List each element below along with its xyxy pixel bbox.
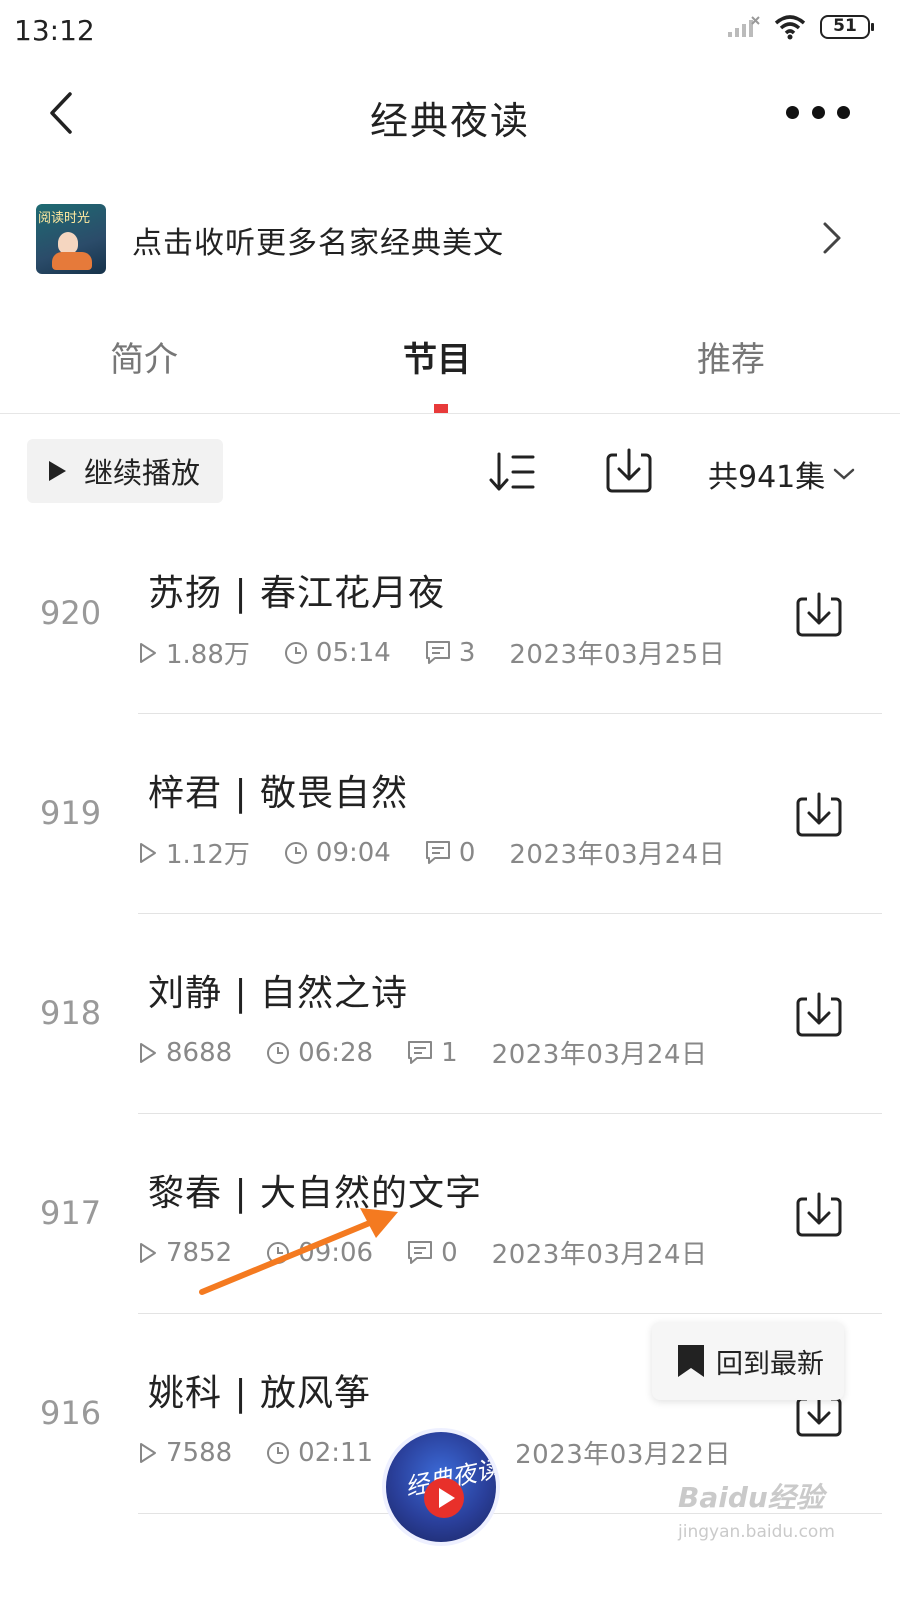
comment-icon	[425, 640, 450, 664]
duration: 06:28	[298, 1037, 374, 1068]
tab-episodes[interactable]: 节目	[403, 332, 471, 381]
episode-number: 917	[40, 1194, 102, 1232]
clock-icon	[267, 1241, 290, 1264]
clock-icon	[284, 841, 307, 864]
play-count: 7852	[166, 1237, 233, 1268]
download-icon[interactable]	[794, 590, 844, 640]
publish-date: 2023年03月24日	[509, 840, 726, 870]
list-toolbar: 继续播放 共941集	[0, 438, 900, 504]
promo-text: 点击收听更多名家经典美文	[132, 226, 504, 261]
download-all-icon[interactable]	[604, 446, 654, 496]
episode-number: 918	[40, 994, 102, 1032]
episode-number: 920	[40, 594, 102, 632]
duration: 05:14	[315, 637, 391, 668]
back-to-latest-label: 回到最新	[716, 1348, 824, 1380]
episode-row[interactable]: 917 黎春 | 大自然的文字 7852 09:06 0 2023年03月24日	[0, 1114, 900, 1314]
episode-number: 916	[40, 1394, 102, 1432]
comment-icon	[425, 840, 450, 864]
signal-icon	[728, 16, 760, 37]
clock-icon	[267, 1441, 290, 1464]
episode-meta: 7852 09:06 0 2023年03月24日	[138, 1234, 708, 1271]
status-time: 13:12	[14, 14, 95, 47]
mini-player[interactable]: 经典夜读	[382, 1428, 500, 1546]
duration: 09:06	[298, 1237, 374, 1268]
comment-count: 3	[458, 637, 476, 668]
chevron-right-icon	[823, 222, 841, 254]
continue-play-label: 继续播放	[84, 456, 201, 490]
download-icon[interactable]	[794, 990, 844, 1040]
play-count: 8688	[166, 1037, 233, 1068]
episode-number: 919	[40, 794, 102, 832]
tab-recommend[interactable]: 推荐	[697, 332, 765, 381]
publish-date: 2023年03月24日	[491, 1240, 708, 1270]
watermark-logo: Baidu经验	[678, 1481, 824, 1514]
play-count: 7588	[166, 1437, 233, 1468]
download-icon[interactable]	[794, 790, 844, 840]
sort-icon[interactable]	[486, 448, 538, 496]
episode-title: 刘静 | 自然之诗	[148, 973, 409, 1014]
status-icons: 51	[726, 14, 874, 40]
duration: 02:11	[298, 1437, 374, 1468]
play-count: 1.12万	[166, 840, 250, 870]
play-count: 1.88万	[166, 640, 250, 670]
comment-icon	[408, 1040, 433, 1064]
comment-icon	[408, 1240, 433, 1264]
bookmark-icon	[678, 1345, 704, 1377]
episode-meta: 1.88万 05:14 3 2023年03月25日	[138, 634, 725, 671]
episode-count-dropdown[interactable]: 共941集	[708, 452, 855, 496]
tab-bar: 简介 节目 推荐	[0, 318, 900, 414]
episode-row[interactable]: 920 苏扬 | 春江花月夜 1.88万 05:14 3 2023年03月25日	[0, 514, 900, 714]
status-bar: 13:12 51	[0, 0, 900, 62]
back-to-latest-button[interactable]: 回到最新	[652, 1322, 844, 1400]
continue-play-button[interactable]: 继续播放	[27, 439, 223, 503]
play-count-icon	[140, 1442, 156, 1463]
watermark-url: jingyan.baidu.com	[678, 1522, 835, 1542]
play-count-icon	[140, 1242, 156, 1263]
clock-icon	[267, 1041, 290, 1064]
nav-bar: 经典夜读	[0, 62, 900, 162]
promo-thumb-text: 阅读时光	[38, 211, 91, 226]
play-icon	[49, 461, 66, 481]
tab-indicator	[434, 404, 448, 413]
episode-count-label: 共941集	[708, 460, 826, 495]
publish-date: 2023年03月25日	[509, 640, 726, 670]
publish-date: 2023年03月22日	[515, 1440, 731, 1470]
episode-row[interactable]: 919 梓君 | 敬畏自然 1.12万 09:04 0 2023年03月24日	[0, 714, 900, 914]
battery-icon: 51	[820, 15, 874, 39]
duration: 09:04	[315, 837, 391, 868]
comment-count: 1	[441, 1037, 458, 1068]
episode-meta: 8688 06:28 1 2023年03月24日	[138, 1034, 708, 1071]
publish-date: 2023年03月24日	[491, 1040, 708, 1070]
episode-meta: 1.12万 09:04 0 2023年03月24日	[138, 834, 725, 871]
tab-intro[interactable]: 简介	[110, 332, 178, 381]
play-icon	[424, 1478, 464, 1518]
wifi-icon	[774, 15, 806, 40]
promo-banner[interactable]: 阅读时光 点击收听更多名家经典美文	[0, 198, 900, 282]
play-count-icon	[140, 842, 156, 863]
comment-count: 0	[458, 837, 476, 868]
episode-title: 苏扬 | 春江花月夜	[148, 573, 446, 614]
play-count-icon	[140, 1042, 156, 1063]
promo-thumbnail: 阅读时光	[36, 204, 106, 274]
clock-icon	[284, 641, 307, 664]
episode-row[interactable]: 918 刘静 | 自然之诗 8688 06:28 1 2023年03月24日	[0, 914, 900, 1114]
episode-title: 黎春 | 大自然的文字	[148, 1173, 483, 1214]
episode-title: 姚科 | 放风筝	[148, 1373, 372, 1414]
page-title: 经典夜读	[369, 99, 530, 143]
more-icon[interactable]	[786, 100, 850, 124]
episode-title: 梓君 | 敬畏自然	[148, 773, 409, 814]
download-icon[interactable]	[794, 1190, 844, 1240]
comment-count: 0	[441, 1237, 458, 1268]
play-count-icon	[140, 642, 156, 663]
chevron-down-icon	[834, 468, 855, 480]
